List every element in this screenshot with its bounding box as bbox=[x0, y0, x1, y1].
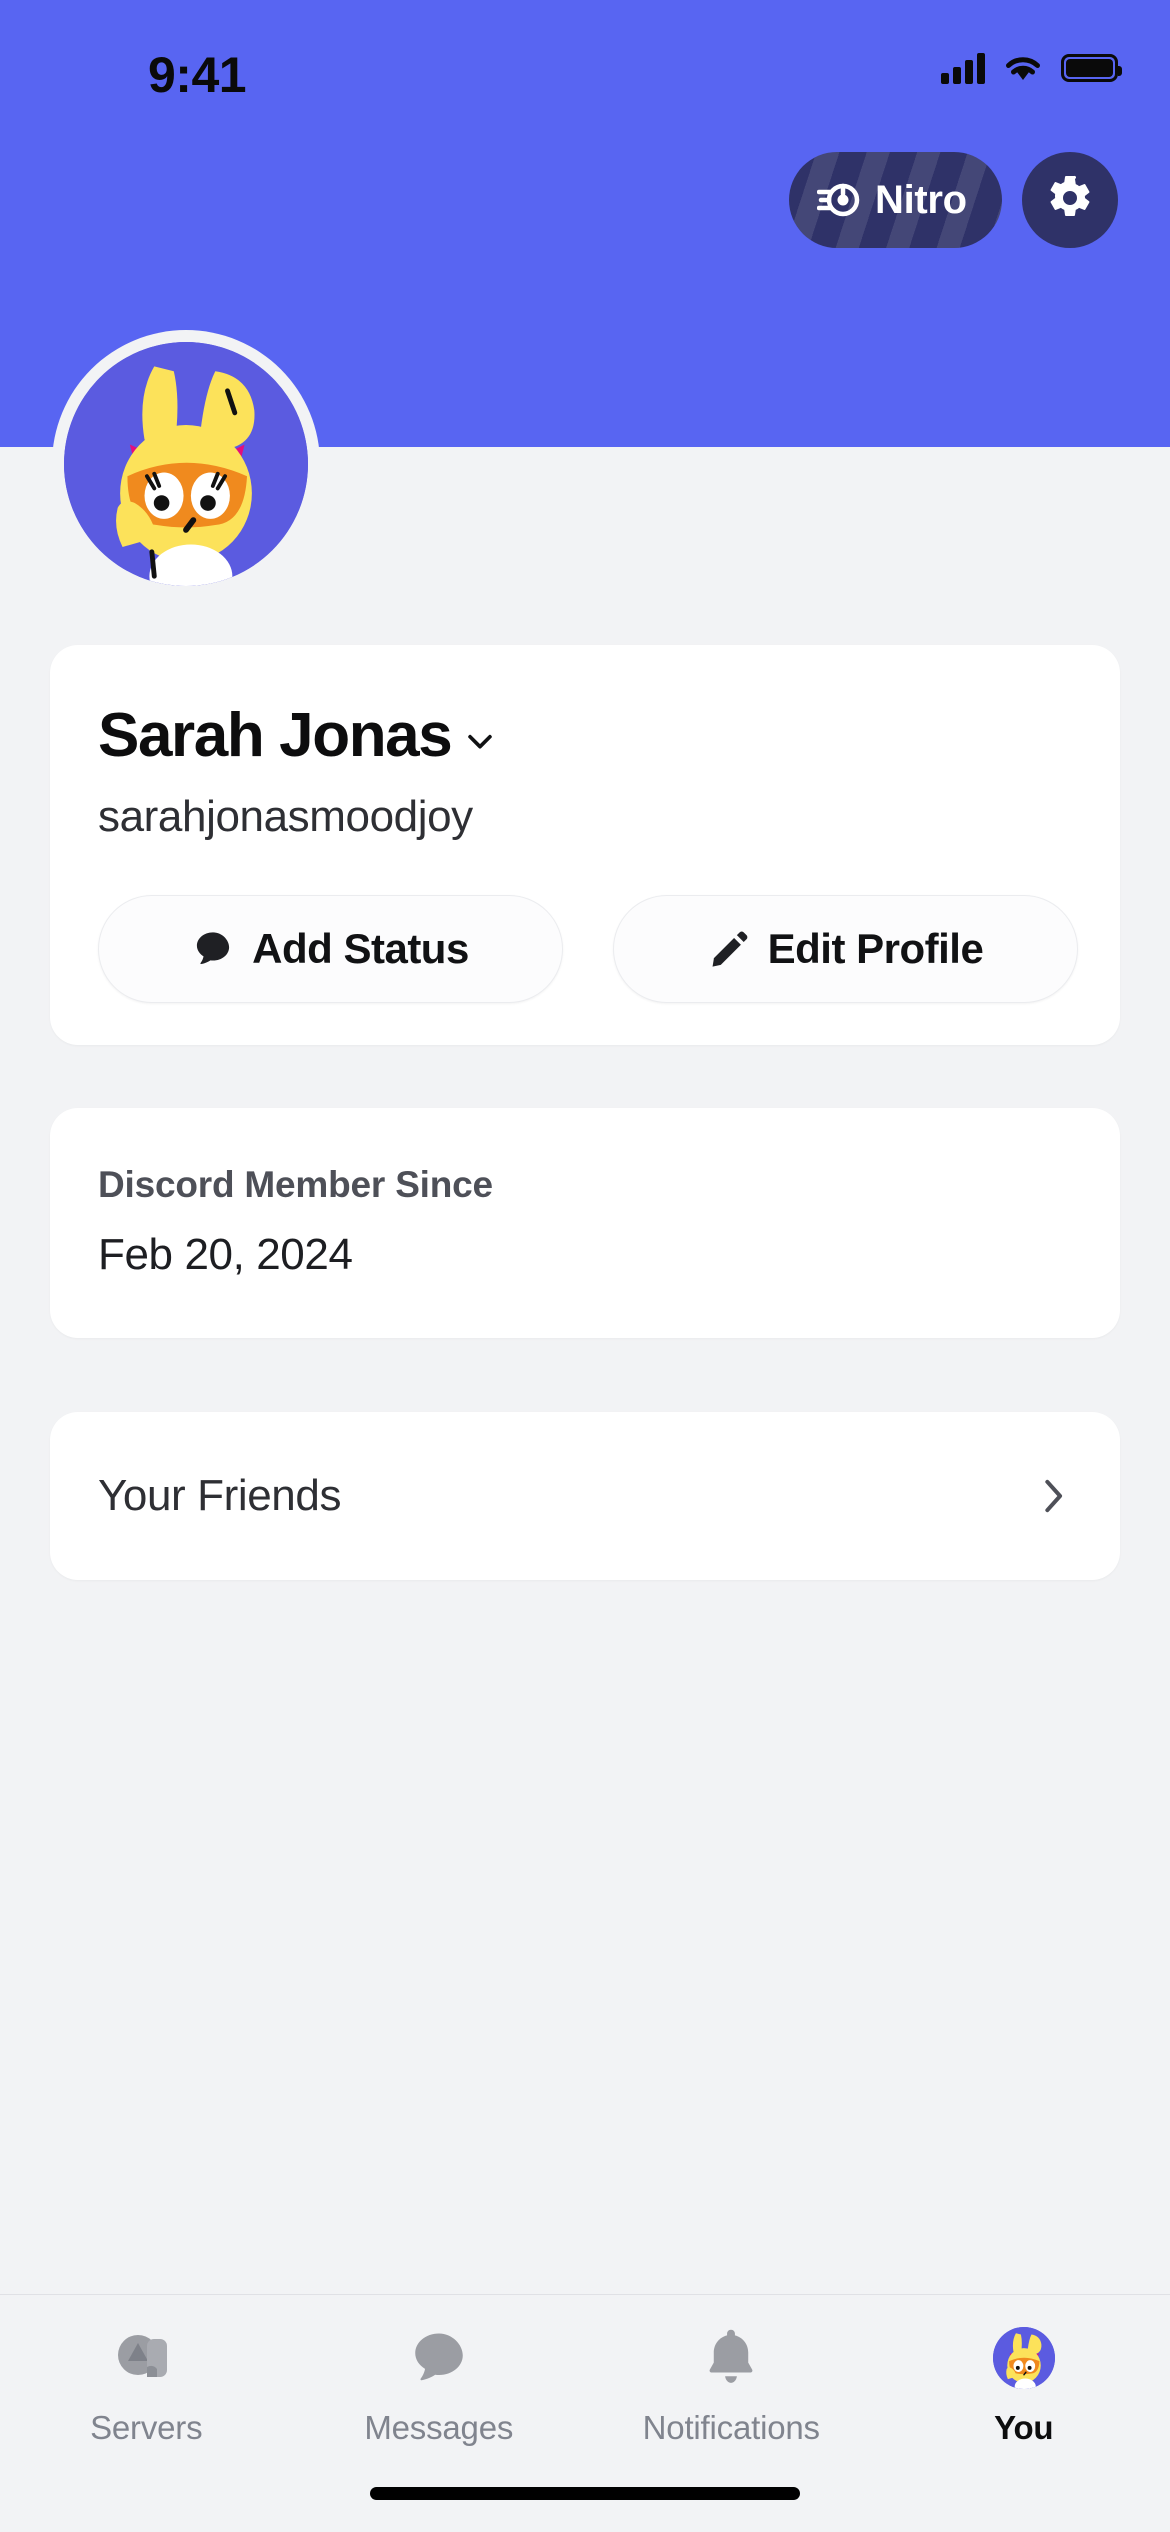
avatar-image bbox=[64, 342, 308, 586]
member-since-label: Discord Member Since bbox=[98, 1164, 493, 1205]
add-status-button[interactable]: Add Status bbox=[98, 895, 563, 1003]
header-actions: Nitro bbox=[789, 152, 1118, 248]
chevron-right-icon[interactable] bbox=[1036, 1472, 1070, 1520]
username: sarahjonasmoodjoy bbox=[98, 792, 473, 841]
gear-icon bbox=[1046, 174, 1094, 227]
tab-you[interactable]: You bbox=[878, 2323, 1170, 2447]
tab-you-label: You bbox=[994, 2409, 1054, 2446]
tab-servers-label: Servers bbox=[90, 2409, 203, 2446]
tab-avatar-image bbox=[992, 2327, 1055, 2389]
add-status-label: Add Status bbox=[252, 925, 469, 972]
servers-icon bbox=[111, 2323, 181, 2393]
nitro-button[interactable]: Nitro bbox=[789, 152, 1002, 248]
bell-icon bbox=[696, 2323, 766, 2393]
chevron-down-icon[interactable] bbox=[463, 724, 497, 758]
avatar[interactable] bbox=[52, 330, 320, 598]
status-bar-clock: 9:41 bbox=[148, 47, 247, 103]
display-name-row[interactable]: Sarah Jonas bbox=[98, 705, 497, 767]
status-bar-indicators bbox=[941, 52, 1122, 84]
edit-profile-label: Edit Profile bbox=[767, 925, 984, 972]
nitro-boost-icon bbox=[816, 178, 861, 222]
profile-action-buttons: Add Status Edit Profile bbox=[98, 895, 1078, 1003]
tab-notifications[interactable]: Notifications bbox=[585, 2323, 878, 2447]
tab-messages-label: Messages bbox=[364, 2409, 514, 2446]
tab-notifications-label: Notifications bbox=[642, 2409, 820, 2446]
wifi-icon bbox=[1003, 53, 1043, 83]
app-screen: 9:41 Nitro Sarah Jonas sarahjonasmoodjoy… bbox=[0, 0, 1170, 2532]
cellular-signal-icon bbox=[941, 52, 985, 84]
speech-bubble-icon bbox=[404, 2323, 474, 2393]
battery-icon bbox=[1061, 54, 1122, 82]
speech-bubble-icon bbox=[192, 928, 234, 970]
edit-profile-button[interactable]: Edit Profile bbox=[613, 895, 1078, 1003]
your-friends-label: Your Friends bbox=[98, 1471, 342, 1520]
your-friends-card[interactable]: Your Friends bbox=[50, 1412, 1120, 1580]
nitro-button-label: Nitro bbox=[875, 177, 967, 222]
your-friends-row[interactable]: Your Friends bbox=[50, 1412, 1120, 1580]
page-title: Sarah Jonas bbox=[98, 701, 453, 770]
home-indicator bbox=[370, 2487, 800, 2500]
user-avatar bbox=[989, 2323, 1059, 2393]
settings-button[interactable] bbox=[1022, 152, 1118, 248]
tab-servers[interactable]: Servers bbox=[0, 2323, 293, 2447]
status-bar: 9:41 bbox=[0, 0, 1170, 115]
member-since-card: Discord Member Since Feb 20, 2024 bbox=[50, 1108, 1120, 1338]
tab-messages[interactable]: Messages bbox=[293, 2323, 586, 2447]
profile-card: Sarah Jonas sarahjonasmoodjoy Add Status bbox=[50, 645, 1120, 1045]
pencil-icon bbox=[708, 928, 750, 970]
member-since-date: Feb 20, 2024 bbox=[98, 1230, 353, 1279]
